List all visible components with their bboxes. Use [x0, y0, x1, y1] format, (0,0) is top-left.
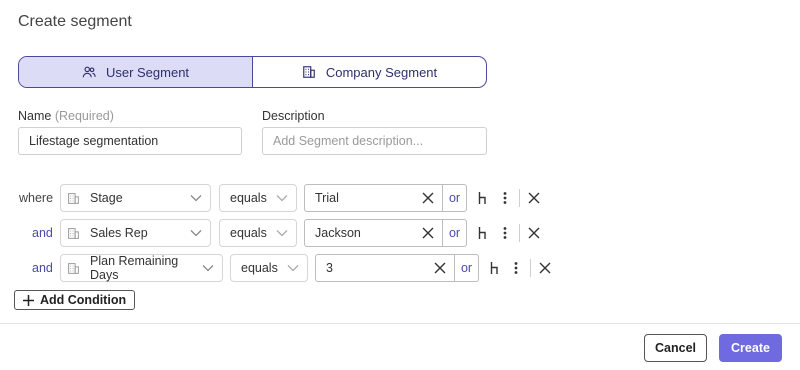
chevron-down-icon: [202, 265, 214, 272]
value-text: 3: [326, 261, 333, 275]
value-input[interactable]: 3 or: [315, 254, 479, 282]
company-segment-label: Company Segment: [325, 64, 438, 80]
more-options-icon[interactable]: [503, 219, 507, 247]
create-button[interactable]: Create: [719, 334, 782, 362]
property-select[interactable]: Plan Remaining Days: [60, 254, 223, 282]
group-icon[interactable]: [490, 254, 500, 282]
chevron-down-icon: [190, 230, 202, 237]
add-condition-button[interactable]: Add Condition: [14, 290, 136, 310]
footer-divider: [0, 323, 800, 324]
clear-value-button[interactable]: [426, 255, 454, 281]
value-text: Trial: [315, 191, 339, 205]
divider: [519, 189, 520, 207]
remove-condition-button[interactable]: [539, 254, 551, 282]
user-segment-label: User Segment: [105, 64, 190, 80]
operator-value: equals: [230, 226, 267, 240]
more-options-icon[interactable]: [503, 184, 507, 212]
name-input[interactable]: [18, 127, 242, 155]
chevron-down-icon: [190, 195, 202, 202]
close-icon: [422, 192, 434, 204]
building-icon: [303, 66, 315, 78]
value-input[interactable]: Jackson or: [304, 219, 467, 247]
operator-value: equals: [241, 261, 278, 275]
clear-value-button[interactable]: [414, 220, 442, 246]
value-text: Jackson: [315, 226, 361, 240]
clear-value-button[interactable]: [414, 185, 442, 211]
condition-connector[interactable]: and: [32, 226, 53, 240]
page-title: Create segment: [18, 13, 132, 30]
condition-row: where Stage equals Trial or: [0, 184, 800, 212]
operator-select[interactable]: equals: [219, 184, 297, 212]
property-value: Sales Rep: [90, 226, 148, 240]
more-options-icon[interactable]: [514, 254, 518, 282]
name-label-text: Name: [18, 109, 52, 123]
close-icon: [434, 262, 446, 274]
operator-select[interactable]: equals: [230, 254, 308, 282]
segment-type-toggle: User Segment Company Segment: [18, 56, 487, 88]
divider: [530, 259, 531, 277]
property-select[interactable]: Sales Rep: [60, 219, 211, 247]
required-hint: (Required): [54, 109, 114, 123]
condition-row: and Sales Rep equals Jackson or: [0, 219, 800, 247]
remove-condition-button[interactable]: [528, 219, 540, 247]
value-input[interactable]: Trial or: [304, 184, 467, 212]
remove-condition-button[interactable]: [528, 184, 540, 212]
building-icon: [68, 227, 79, 239]
description-label: Description: [262, 109, 325, 123]
condition-row: and Plan Remaining Days equals 3 or: [0, 254, 800, 282]
close-icon: [539, 262, 551, 274]
group-icon[interactable]: [478, 184, 488, 212]
chevron-down-icon: [276, 230, 288, 237]
condition-connector[interactable]: and: [32, 261, 53, 275]
description-input[interactable]: [262, 127, 487, 155]
building-icon: [68, 192, 79, 204]
plus-icon: [23, 294, 34, 306]
property-value: Stage: [90, 191, 123, 205]
condition-connector: where: [19, 191, 54, 205]
close-icon: [528, 227, 540, 239]
property-value: Plan Remaining Days: [90, 254, 179, 282]
or-button[interactable]: or: [442, 185, 466, 211]
user-segment-option[interactable]: User Segment: [19, 57, 253, 87]
chevron-down-icon: [287, 265, 299, 272]
group-icon[interactable]: [478, 219, 488, 247]
or-button[interactable]: or: [442, 220, 466, 246]
divider: [519, 224, 520, 242]
operator-value: equals: [230, 191, 267, 205]
property-select[interactable]: Stage: [60, 184, 211, 212]
name-label: Name (Required): [18, 109, 114, 123]
building-icon: [68, 262, 79, 274]
close-icon: [528, 192, 540, 204]
or-button[interactable]: or: [454, 255, 478, 281]
close-icon: [422, 227, 434, 239]
cancel-button[interactable]: Cancel: [644, 334, 707, 362]
chevron-down-icon: [276, 195, 288, 202]
operator-select[interactable]: equals: [219, 219, 297, 247]
add-condition-label: Add Condition: [40, 293, 127, 307]
company-segment-option[interactable]: Company Segment: [253, 57, 486, 87]
users-icon: [82, 66, 96, 78]
